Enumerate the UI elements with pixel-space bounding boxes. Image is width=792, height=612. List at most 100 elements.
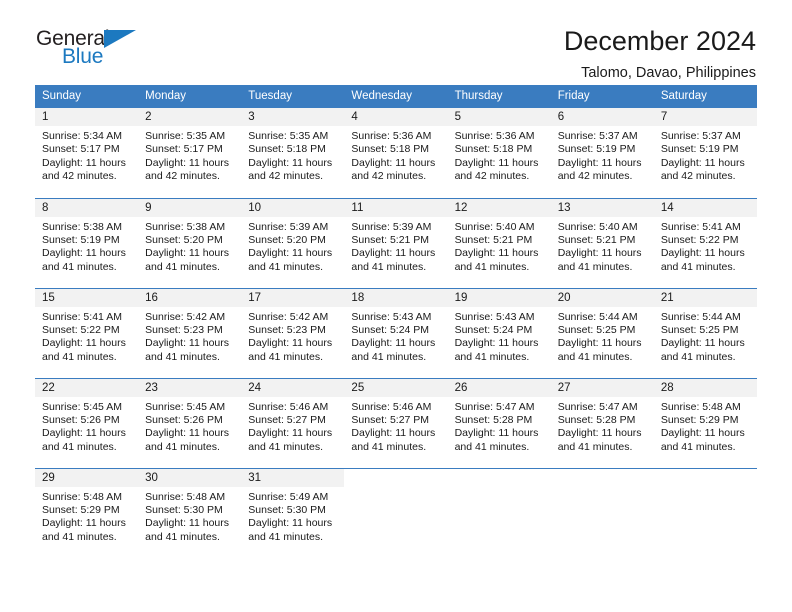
daylight-duration-line1: Daylight: 11 hours: [42, 517, 126, 530]
calendar-day-cell[interactable]: 19 Sunrise: 5:43 AM Sunset: 5:24 PM Dayligh…: [447, 287, 551, 378]
day-number: [447, 468, 551, 487]
day-details: Sunrise: 5:49 AM Sunset: 5:30 PM Daylight:…: [241, 487, 344, 545]
calendar-day-cell[interactable]: 12 Sunrise: 5:40 AM Sunset: 5:21 PM Dayligh…: [447, 197, 551, 288]
weekday-header-friday: Friday: [550, 85, 654, 108]
day-number: 10: [241, 198, 345, 217]
calendar-day-cell[interactable]: 31 Sunrise: 5:49 AM Sunset: 5:30 PM Dayligh…: [241, 467, 345, 558]
daylight-duration-line1: Daylight: 11 hours: [42, 156, 126, 169]
day-details: Sunrise: 5:44 AM Sunset: 5:25 PM Daylight:…: [551, 307, 654, 365]
daylight-duration-line1: Daylight: 11 hours: [145, 517, 229, 530]
daylight-duration-line1: Daylight: 11 hours: [454, 427, 539, 440]
sunrise-time: Sunrise: 5:39 AM: [248, 220, 329, 233]
calendar-day-cell[interactable]: 22 Sunrise: 5:45 AM Sunset: 5:26 PM Dayligh…: [35, 377, 139, 468]
calendar-day-cell[interactable]: 6 Sunrise: 5:37 AM Sunset: 5:19 PM Daylight…: [550, 108, 654, 198]
calendar-page: General Blue December 2024 Talomo, Davao…: [0, 0, 792, 612]
day-number: [653, 468, 757, 487]
weekday-header-wednesday: Wednesday: [344, 85, 448, 108]
calendar-day-cell[interactable]: 8 Sunrise: 5:38 AM Sunset: 5:19 PM Daylight…: [35, 197, 139, 288]
day-number: 8: [35, 198, 139, 217]
calendar-day-cell[interactable]: 20 Sunrise: 5:44 AM Sunset: 5:25 PM Dayligh…: [550, 287, 654, 378]
daylight-duration-line2: and 41 minutes.: [42, 530, 117, 543]
daylight-duration-line2: and 41 minutes.: [145, 440, 220, 453]
calendar-day-cell[interactable]: 9 Sunrise: 5:38 AM Sunset: 5:20 PM Daylight…: [138, 197, 242, 288]
day-number: 16: [138, 288, 242, 307]
sunset-time: Sunset: 5:27 PM: [248, 413, 326, 426]
daylight-duration-line2: and 41 minutes.: [42, 350, 117, 363]
sunset-time: Sunset: 5:21 PM: [351, 233, 430, 246]
daylight-duration-line2: and 41 minutes.: [557, 350, 633, 363]
daylight-duration-line2: and 41 minutes.: [248, 440, 323, 453]
sunrise-time: Sunrise: 5:42 AM: [145, 310, 226, 323]
calendar-day-cell[interactable]: 29 Sunrise: 5:48 AM Sunset: 5:29 PM Dayligh…: [35, 467, 139, 558]
day-details: Sunrise: 5:41 AM Sunset: 5:22 PM Daylight:…: [35, 307, 138, 365]
day-details: Sunrise: 5:38 AM Sunset: 5:20 PM Daylight:…: [138, 217, 241, 275]
sunrise-time: Sunrise: 5:38 AM: [145, 220, 226, 233]
calendar-day-cell[interactable]: 27 Sunrise: 5:47 AM Sunset: 5:28 PM Dayligh…: [550, 377, 654, 468]
day-number: 24: [241, 378, 345, 397]
day-number: 4: [344, 108, 448, 126]
calendar-day-cell[interactable]: 25 Sunrise: 5:46 AM Sunset: 5:27 PM Dayligh…: [344, 377, 448, 468]
daylight-duration-line2: and 41 minutes.: [248, 530, 323, 543]
sunset-time: Sunset: 5:30 PM: [248, 503, 326, 516]
calendar-day-cell[interactable]: 7 Sunrise: 5:37 AM Sunset: 5:19 PM Daylight…: [653, 108, 757, 198]
calendar-day-cell[interactable]: 5 Sunrise: 5:36 AM Sunset: 5:18 PM Daylight…: [447, 108, 551, 198]
calendar-day-cell[interactable]: 4 Sunrise: 5:36 AM Sunset: 5:18 PM Daylight…: [344, 108, 448, 198]
calendar-day-cell[interactable]: 1 Sunrise: 5:34 AM Sunset: 5:17 PM Daylight…: [35, 108, 139, 198]
daylight-duration-line1: Daylight: 11 hours: [248, 247, 333, 260]
sunrise-time: Sunrise: 5:34 AM: [42, 130, 122, 142]
daylight-duration-line1: Daylight: 11 hours: [42, 247, 126, 260]
triangle-icon: [104, 30, 136, 48]
day-details: Sunrise: 5:36 AM Sunset: 5:18 PM Daylight:…: [344, 126, 447, 184]
day-number: [344, 468, 448, 487]
calendar-day-cell[interactable]: 26 Sunrise: 5:47 AM Sunset: 5:28 PM Dayligh…: [447, 377, 551, 468]
sunrise-time: Sunrise: 5:48 AM: [42, 490, 122, 503]
day-number: 19: [447, 288, 551, 307]
calendar-day-cell[interactable]: 11 Sunrise: 5:39 AM Sunset: 5:21 PM Dayligh…: [344, 197, 448, 288]
day-number: 9: [138, 198, 242, 217]
calendar-day-cell[interactable]: 17 Sunrise: 5:42 AM Sunset: 5:23 PM Dayligh…: [241, 287, 345, 378]
calendar-day-cell[interactable]: 2 Sunrise: 5:35 AM Sunset: 5:17 PM Daylight…: [138, 108, 242, 198]
sunrise-time: Sunrise: 5:48 AM: [145, 490, 226, 503]
generalblue-logo[interactable]: General Blue: [36, 26, 146, 74]
weekday-header-thursday: Thursday: [447, 85, 551, 108]
daylight-duration-line1: Daylight: 11 hours: [557, 247, 642, 260]
calendar-day-cell[interactable]: 28 Sunrise: 5:48 AM Sunset: 5:29 PM Dayligh…: [653, 377, 757, 468]
sunrise-time: Sunrise: 5:43 AM: [351, 310, 432, 323]
daylight-duration-line2: and 41 minutes.: [145, 350, 220, 363]
day-details: Sunrise: 5:48 AM Sunset: 5:29 PM Daylight:…: [35, 487, 138, 545]
sunrise-time: Sunrise: 5:48 AM: [660, 400, 741, 413]
day-details: Sunrise: 5:40 AM Sunset: 5:21 PM Daylight:…: [551, 217, 654, 275]
calendar-day-cell[interactable]: 15 Sunrise: 5:41 AM Sunset: 5:22 PM Dayligh…: [35, 287, 139, 378]
sunrise-time: Sunrise: 5:40 AM: [454, 220, 535, 233]
calendar-header-row: Sunday Monday Tuesday Wednesday Thursday…: [35, 85, 757, 108]
calendar-day-cell[interactable]: 10 Sunrise: 5:39 AM Sunset: 5:20 PM Dayligh…: [241, 197, 345, 288]
sunset-time: Sunset: 5:19 PM: [42, 233, 120, 246]
calendar-day-cell[interactable]: 16 Sunrise: 5:42 AM Sunset: 5:23 PM Dayligh…: [138, 287, 242, 378]
calendar-day-cell[interactable]: 3 Sunrise: 5:35 AM Sunset: 5:18 PM Daylight…: [241, 108, 345, 198]
sunrise-time: Sunrise: 5:35 AM: [248, 130, 329, 142]
daylight-duration-line2: and 41 minutes.: [351, 440, 427, 453]
calendar-day-cell[interactable]: 21 Sunrise: 5:44 AM Sunset: 5:25 PM Dayligh…: [653, 287, 757, 378]
calendar-day-cell[interactable]: 30 Sunrise: 5:48 AM Sunset: 5:30 PM Dayligh…: [138, 467, 242, 558]
daylight-duration-line1: Daylight: 11 hours: [454, 337, 539, 350]
day-details: Sunrise: 5:45 AM Sunset: 5:26 PM Daylight:…: [138, 397, 241, 455]
calendar-day-cell[interactable]: 23 Sunrise: 5:45 AM Sunset: 5:26 PM Dayligh…: [138, 377, 242, 468]
calendar-day-cell[interactable]: 13 Sunrise: 5:40 AM Sunset: 5:21 PM Dayligh…: [550, 197, 654, 288]
day-number: 28: [653, 378, 757, 397]
sunset-time: Sunset: 5:28 PM: [557, 413, 636, 426]
sunset-time: Sunset: 5:24 PM: [454, 323, 533, 336]
day-details: Sunrise: 5:43 AM Sunset: 5:24 PM Daylight:…: [344, 307, 447, 365]
daylight-duration-line1: Daylight: 11 hours: [42, 427, 126, 440]
day-details: Sunrise: 5:46 AM Sunset: 5:27 PM Daylight:…: [241, 397, 344, 455]
calendar-body: 1 Sunrise: 5:34 AM Sunset: 5:17 PM Daylight…: [35, 108, 757, 558]
calendar-day-cell[interactable]: 18 Sunrise: 5:43 AM Sunset: 5:24 PM Dayligh…: [344, 287, 448, 378]
daylight-duration-line1: Daylight: 11 hours: [42, 337, 126, 350]
sunset-time: Sunset: 5:24 PM: [351, 323, 430, 336]
sunset-time: Sunset: 5:19 PM: [660, 143, 739, 156]
calendar-day-cell[interactable]: 24 Sunrise: 5:46 AM Sunset: 5:27 PM Dayligh…: [241, 377, 345, 468]
calendar-day-cell[interactable]: 14 Sunrise: 5:41 AM Sunset: 5:22 PM Dayligh…: [653, 197, 757, 288]
calendar-week-row: 8 Sunrise: 5:38 AM Sunset: 5:19 PM Daylight…: [35, 197, 757, 288]
sunrise-time: Sunrise: 5:47 AM: [454, 400, 535, 413]
day-details: Sunrise: 5:34 AM Sunset: 5:17 PM Daylight:…: [35, 126, 138, 184]
daylight-duration-line2: and 41 minutes.: [660, 260, 736, 273]
